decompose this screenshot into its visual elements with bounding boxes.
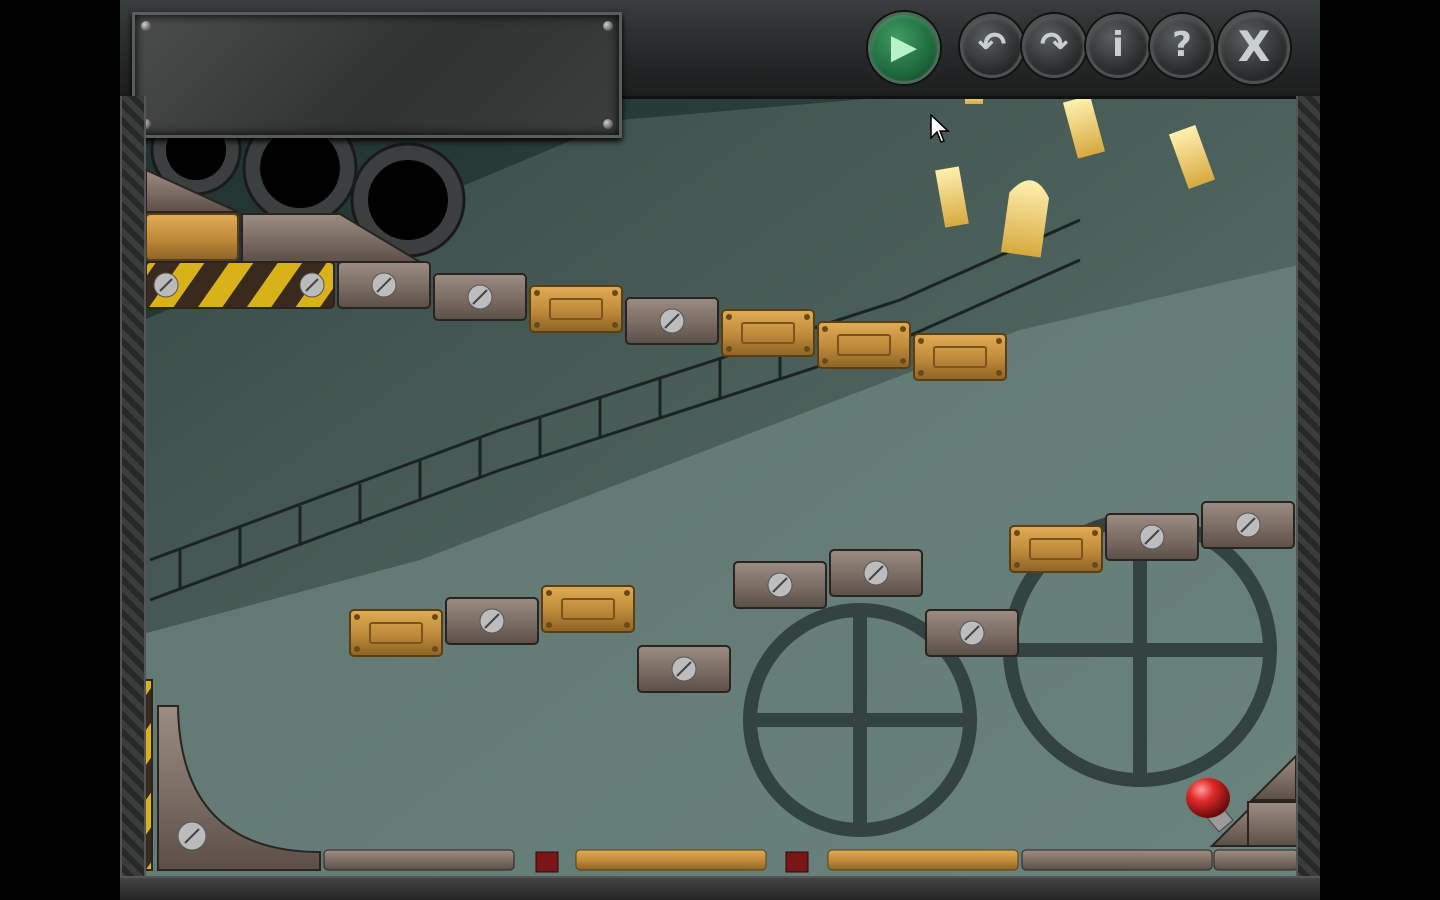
rivet-icon: [726, 314, 732, 320]
brass-plate: [1009, 525, 1103, 573]
rivet-icon: [354, 614, 360, 620]
brass-plate: [541, 585, 635, 633]
help-icon: ?: [1172, 25, 1192, 65]
game-stage: ▶ ↶ ↷ i ? X: [120, 0, 1320, 900]
screw-icon: [1139, 524, 1165, 550]
rivet-icon: [546, 590, 552, 596]
steel-plate: [337, 261, 431, 309]
rivet-icon: [534, 290, 540, 296]
rivet-icon: [354, 646, 360, 652]
brass-plate: [817, 321, 911, 369]
floor-marker: [785, 851, 809, 873]
close-button[interactable]: X: [1218, 12, 1290, 84]
rivet-icon: [624, 622, 630, 628]
brass-plate: [913, 333, 1007, 381]
undo-icon: ↶: [977, 25, 1007, 65]
brass-plate: [721, 309, 815, 357]
rivet-icon: [624, 590, 630, 596]
rivet-icon: [534, 322, 540, 328]
rivet-icon: [612, 290, 618, 296]
steel-plate: [433, 273, 527, 321]
level-plaque: [132, 12, 622, 138]
rivet-icon: [822, 326, 828, 332]
help-button[interactable]: ?: [1150, 14, 1214, 78]
screw-icon: [177, 821, 207, 851]
screw-icon: [671, 656, 697, 682]
rivet-icon: [726, 346, 732, 352]
screw-icon: [467, 284, 493, 310]
brass-plate: [145, 213, 239, 261]
rivet-icon: [1014, 562, 1020, 568]
rivet-icon: [432, 646, 438, 652]
redo-button[interactable]: ↷: [1022, 14, 1086, 78]
rivet-icon: [432, 614, 438, 620]
screw-icon: [959, 620, 985, 646]
rivet-icon: [1014, 530, 1020, 536]
play-button[interactable]: ▶: [868, 12, 940, 84]
steel-plate: [445, 597, 539, 645]
steel-plate: [925, 609, 1019, 657]
screw-icon: [659, 308, 685, 334]
steel-plate: [1201, 501, 1295, 549]
rivet-icon: [996, 370, 1002, 376]
steel-plate: [637, 645, 731, 693]
info-button[interactable]: i: [1086, 14, 1150, 78]
screw-icon: [153, 272, 179, 298]
rivet-icon: [612, 322, 618, 328]
steel-plate: [733, 561, 827, 609]
rivet-icon: [804, 346, 810, 352]
rivet-icon: [900, 326, 906, 332]
rivet-icon: [918, 370, 924, 376]
frame-bottom: [120, 876, 1320, 900]
close-icon: X: [1237, 22, 1271, 71]
screw-icon: [299, 272, 325, 298]
brass-plate: [529, 285, 623, 333]
rivet-icon: [546, 622, 552, 628]
floor-marker: [535, 851, 559, 873]
rivet-icon: [603, 119, 613, 129]
rivet-icon: [804, 314, 810, 320]
steel-plate: [625, 297, 719, 345]
play-icon: ▶: [890, 27, 918, 67]
steel-plate: [829, 549, 923, 597]
steel-plate: [1105, 513, 1199, 561]
screw-icon: [479, 608, 505, 634]
rivet-icon: [1092, 562, 1098, 568]
info-icon: i: [1112, 25, 1124, 65]
rivet-icon: [918, 338, 924, 344]
undo-button[interactable]: ↶: [960, 14, 1024, 78]
screw-icon: [371, 272, 397, 298]
mouse-cursor-icon: [930, 114, 950, 143]
screw-icon: [1235, 512, 1261, 538]
rivet-icon: [603, 21, 613, 31]
rivet-icon: [900, 358, 906, 364]
screw-icon: [863, 560, 889, 586]
screw-icon: [767, 572, 793, 598]
rivet-icon: [1092, 530, 1098, 536]
frame-left: [120, 96, 146, 880]
rivet-icon: [141, 21, 151, 31]
rivet-icon: [822, 358, 828, 364]
frame-right: [1296, 96, 1320, 880]
redo-icon: ↷: [1039, 25, 1069, 65]
rivet-icon: [996, 338, 1002, 344]
brass-plate: [349, 609, 443, 657]
